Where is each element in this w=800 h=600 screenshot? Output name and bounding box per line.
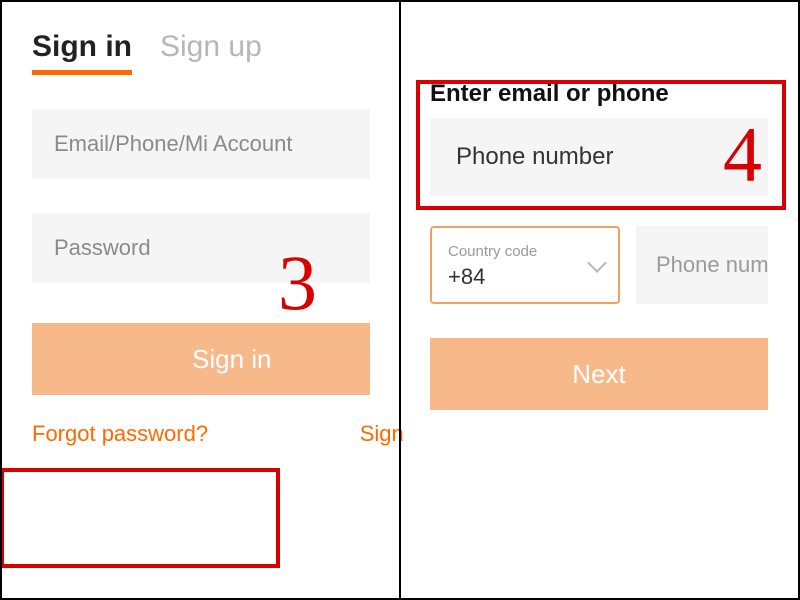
tutorial-frame: Sign in Sign up Email/Phone/Mi Account P… (0, 0, 800, 600)
country-code-value: +84 (448, 264, 604, 290)
links-row: Forgot password? Sign (32, 421, 404, 447)
signin-panel: Sign in Sign up Email/Phone/Mi Account P… (2, 2, 400, 598)
auth-tabs: Sign in Sign up (32, 30, 370, 75)
recovery-panel: Enter email or phone Phone number Countr… (400, 2, 798, 598)
country-code-label: Country code (448, 243, 604, 260)
option-phone-number[interactable]: Phone number (430, 118, 768, 196)
country-code-select[interactable]: Country code +84 (430, 226, 620, 304)
identity-input[interactable]: Email/Phone/Mi Account (32, 109, 370, 179)
phone-row: Country code +84 Phone num (430, 226, 768, 304)
forgot-password-link[interactable]: Forgot password? (32, 421, 208, 447)
annotation-box-forgot (0, 468, 280, 568)
signin-button[interactable]: Sign in (32, 323, 370, 395)
password-input[interactable]: Password (32, 213, 370, 283)
recovery-title: Enter email or phone (430, 80, 768, 108)
tab-signup[interactable]: Sign up (160, 30, 262, 70)
tab-signin[interactable]: Sign in (32, 30, 132, 75)
next-button[interactable]: Next (430, 338, 768, 410)
signup-link-truncated[interactable]: Sign (360, 421, 404, 447)
phone-number-input[interactable]: Phone num (636, 226, 768, 304)
